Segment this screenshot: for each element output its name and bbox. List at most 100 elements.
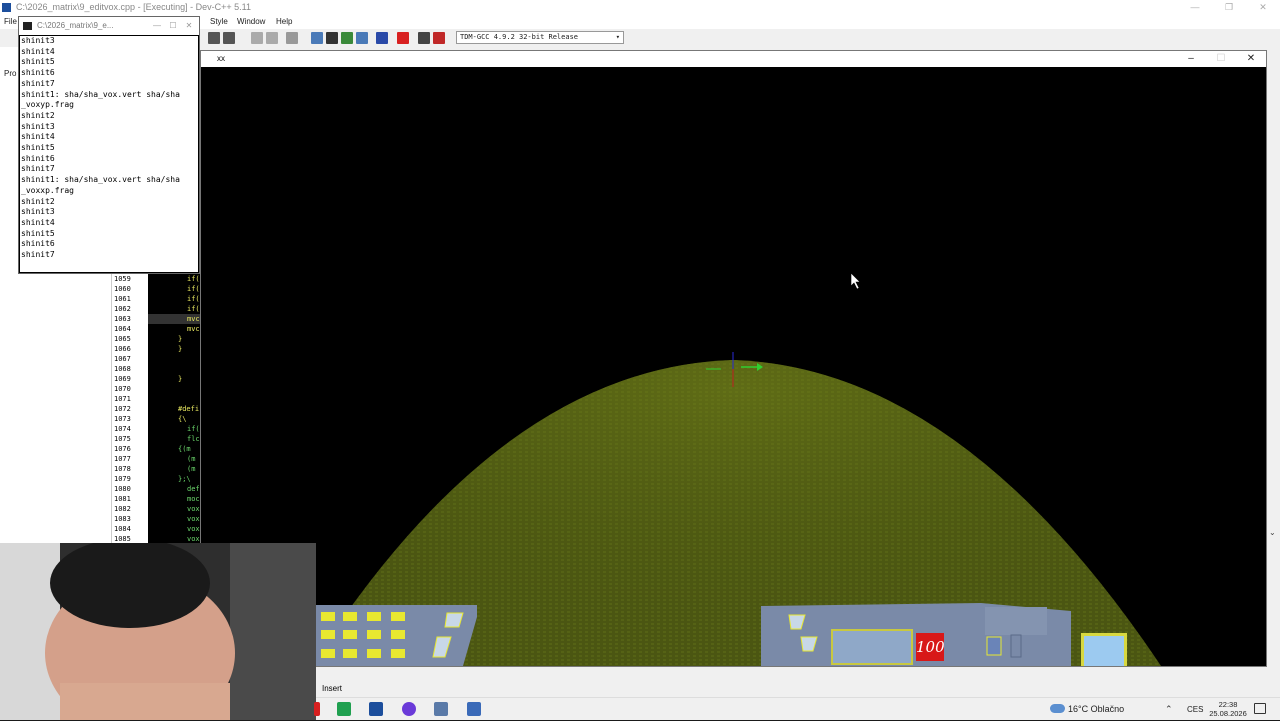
line-number: 1076 — [114, 445, 131, 453]
menu-file[interactable]: File — [4, 15, 17, 29]
console-line: shinit3 — [21, 121, 55, 131]
mouse-cursor-icon — [850, 272, 861, 290]
cloud-icon — [1050, 704, 1065, 713]
toolbar-tile-icon[interactable] — [356, 32, 368, 44]
console-line: shinit5 — [21, 143, 55, 153]
game-title-text: xx — [217, 54, 225, 63]
console-title-text: C:\2026_matrix\9_e... — [37, 21, 114, 30]
hud-grid-display — [831, 629, 913, 665]
game-window[interactable]: xx – ☐ ✕ 100 — [200, 50, 1267, 667]
minimize-icon[interactable]: — — [149, 17, 165, 35]
line-number: 1064 — [114, 325, 131, 333]
webcam-overlay — [0, 543, 316, 720]
notification-icon[interactable] — [1254, 703, 1266, 714]
line-number: 1059 — [114, 275, 131, 283]
close-icon[interactable]: ✕ — [1236, 51, 1266, 67]
editor-scrollbar[interactable]: ⌄ — [1266, 66, 1280, 546]
toolbar-bookmark-icon[interactable] — [286, 32, 298, 44]
restore-icon[interactable]: ❐ — [1212, 0, 1246, 15]
line-number: 1072 — [114, 405, 131, 413]
minimize-icon[interactable]: – — [1176, 51, 1206, 67]
console-title-bar: C:\2026_matrix\9_e... — ☐ ✕ — [19, 17, 199, 35]
line-number: 1074 — [114, 425, 131, 433]
console-line: shinit1: sha/sha_vox.vert sha/sha — [21, 89, 180, 99]
maximize-icon[interactable]: ☐ — [1206, 51, 1236, 67]
toolbar-grid-icon[interactable] — [341, 32, 353, 44]
windows-taskbar: 16°C Oblačno ⌃ CES 22:38 25.08.2026 — [314, 697, 1280, 721]
compiler-select[interactable]: TDM-GCC 4.9.2 32-bit Release ▾ — [456, 31, 624, 44]
game-taskbar-icon[interactable] — [467, 702, 481, 716]
ide-status-bar: Insert — [316, 680, 1280, 697]
console-line: shinit1: sha/sha_vox.vert sha/sha — [21, 175, 180, 185]
line-number: 1063 — [114, 315, 131, 323]
code-line: } — [178, 375, 183, 383]
toolbar-back-icon[interactable] — [251, 32, 263, 44]
devcpp-app-icon — [2, 3, 11, 12]
console-window[interactable]: C:\2026_matrix\9_e... — ☐ ✕ shinit3 shini… — [18, 16, 200, 274]
debug-icon[interactable] — [433, 32, 445, 44]
menu-help[interactable]: Help — [276, 15, 292, 29]
line-number: 1078 — [114, 465, 131, 473]
chevron-down-icon[interactable]: ⌄ — [1269, 528, 1276, 537]
line-number: 1061 — [114, 295, 131, 303]
console-line: shinit2 — [21, 110, 55, 120]
console-app-icon — [23, 22, 32, 30]
code-line: #defi — [178, 405, 200, 413]
line-number: 1060 — [114, 285, 131, 293]
minimize-icon[interactable]: — — [1178, 0, 1212, 15]
clock-time: 22:38 — [1218, 700, 1238, 709]
check-syntax-icon[interactable] — [376, 32, 388, 44]
game-title-bar: xx – ☐ ✕ — [201, 51, 1266, 67]
toolbar-layout-icon[interactable] — [311, 32, 323, 44]
line-number: 1082 — [114, 505, 131, 513]
console-line: _voxyp.frag — [21, 100, 74, 110]
line-number: 1062 — [114, 305, 131, 313]
ide-title-text: C:\2026_matrix\9_editvox.cpp - [Executin… — [16, 2, 251, 12]
console-line: shinit6 — [21, 68, 55, 78]
console-line: shinit7 — [21, 78, 55, 88]
code-line: {\ — [178, 415, 187, 423]
weather-widget[interactable]: 16°C Oblačno — [1050, 698, 1125, 721]
menu-style[interactable]: Style — [210, 15, 228, 29]
taskbar-clock[interactable]: 22:38 25.08.2026 — [1198, 700, 1258, 718]
game-viewport[interactable]: 100 — [201, 67, 1266, 666]
code-editor[interactable]: 1059 1060 1061 1062 1063 1064 1065 1066 1067 1068… — [112, 272, 202, 544]
line-number: 1077 — [114, 455, 131, 463]
console-taskbar-icon[interactable] — [434, 702, 448, 716]
recording-icon[interactable] — [314, 702, 320, 716]
console-line: shinit3 — [21, 36, 55, 45]
line-number: 1070 — [114, 385, 131, 393]
menu-window[interactable]: Window — [237, 15, 265, 29]
console-line: shinit5 — [21, 57, 55, 67]
weather-text: 16°C Oblačno — [1068, 704, 1125, 714]
webcam-image — [0, 543, 316, 720]
line-number: 1079 — [114, 475, 131, 483]
stop-execution-icon[interactable] — [397, 32, 409, 44]
line-number: 1066 — [114, 345, 131, 353]
hud-minimap-screen — [1081, 633, 1127, 666]
toolbar-indent-icon[interactable] — [208, 32, 220, 44]
clock-date: 25.08.2026 — [1209, 709, 1247, 718]
line-number: 1067 — [114, 355, 131, 363]
maximize-icon[interactable]: ☐ — [165, 17, 181, 35]
close-icon[interactable]: ✕ — [181, 17, 197, 35]
console-line: shinit5 — [21, 228, 55, 238]
console-line: shinit4 — [21, 46, 55, 56]
compiler-select-value: TDM-GCC 4.9.2 32-bit Release — [460, 33, 579, 41]
console-line: shinit7 — [21, 164, 55, 174]
voxel-planet — [311, 272, 1161, 666]
toolbar-window-icon[interactable] — [326, 32, 338, 44]
toolbar-unindent-icon[interactable] — [223, 32, 235, 44]
toolbar-forward-icon[interactable] — [266, 32, 278, 44]
console-line: _voxxp.frag — [21, 185, 74, 195]
line-number: 1075 — [114, 435, 131, 443]
obs-app-icon[interactable] — [402, 702, 416, 716]
line-number: 1073 — [114, 415, 131, 423]
line-number: 1069 — [114, 375, 131, 383]
chart-icon[interactable] — [418, 32, 430, 44]
devcpp-taskbar-icon[interactable] — [369, 702, 383, 716]
tray-chevron-up-icon[interactable]: ⌃ — [1165, 698, 1173, 721]
code-line: };\ — [178, 475, 191, 483]
terminal-app-icon[interactable] — [337, 702, 351, 716]
close-icon[interactable]: ✕ — [1246, 0, 1280, 15]
